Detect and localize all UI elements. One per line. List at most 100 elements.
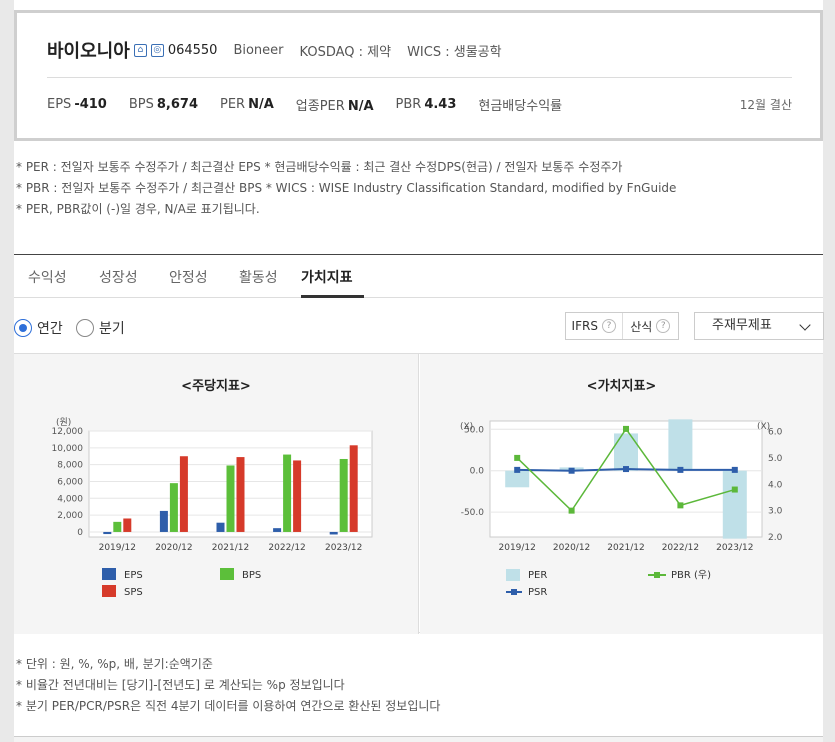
help-icon[interactable]: ? — [656, 319, 671, 333]
market-category: KOSDAQ : 제약 — [299, 44, 392, 60]
legend-marker-psr — [511, 589, 517, 595]
y-left-tick-label: 0.0 — [470, 467, 485, 477]
bar-sps — [236, 457, 245, 532]
point-pbr — [731, 486, 738, 493]
note-line: * PER : 전일자 보통주 수정주가 / 최근결산 EPS * 현금배당수익… — [16, 160, 623, 174]
ifrs-button[interactable]: IFRS ? — [566, 313, 622, 339]
bar-bps — [113, 521, 122, 532]
y-left-tick-label: -50.0 — [461, 508, 485, 518]
bar-per — [722, 470, 747, 539]
radio-annual-indicator[interactable] — [14, 319, 32, 337]
bar-eps — [329, 531, 338, 535]
company-title-row: 바이오니아 ⌂ ◎ 064550 Bioneer KOSDAQ : 제약 WIC… — [47, 37, 502, 63]
tab-growth[interactable]: 성장성 — [99, 267, 138, 287]
calc-button[interactable]: 산식 ? — [621, 313, 679, 339]
metric-pbr: PBR 4.43 — [395, 97, 457, 112]
metric-eps: EPS -410 — [47, 97, 107, 112]
tab-profitability[interactable]: 수익성 — [28, 267, 67, 287]
ir-icon[interactable]: ◎ — [150, 43, 164, 57]
ifrs-label: IFRS — [571, 319, 598, 333]
bar-sps — [349, 445, 358, 532]
bar-bps — [339, 458, 348, 532]
y-tick-label: 6,000 — [57, 477, 83, 487]
company-english-name: Bioneer — [233, 42, 284, 58]
metric-dividend-yield: 현금배당수익률 — [478, 99, 563, 114]
point-psr — [623, 466, 629, 473]
x-tick-label: 2022/12 — [662, 543, 699, 553]
tab-value-indicators[interactable]: 가치지표 — [301, 267, 353, 287]
x-tick-label: 2022/12 — [268, 543, 305, 553]
y-tick-label: 10,000 — [52, 444, 84, 454]
legend-swatch-sps — [102, 585, 116, 597]
bar-bps — [169, 483, 178, 532]
legend-marker-pbr — [654, 572, 660, 578]
per-share-chart: (원)02,0004,0006,0008,00010,00012,0002019… — [52, 417, 373, 598]
metric-per: PER N/A — [220, 97, 274, 112]
x-tick-label: 2019/12 — [499, 543, 536, 553]
radio-annual[interactable]: 연간 — [14, 318, 63, 338]
bar-sps — [123, 518, 132, 532]
bar-bps — [283, 454, 292, 532]
legend-label-eps: EPS — [124, 570, 143, 581]
point-psr — [731, 466, 738, 473]
radio-annual-label: 연간 — [37, 321, 63, 337]
radio-quarter[interactable]: 분기 — [76, 318, 125, 338]
tab-activity[interactable]: 활동성 — [239, 267, 278, 287]
bar-sps — [293, 460, 302, 532]
active-tab-underline — [301, 295, 364, 298]
indicator-tabs: 수익성 성장성 안정성 활동성 가치지표 — [14, 254, 823, 298]
tab-stability[interactable]: 안정성 — [169, 267, 208, 287]
calc-label: 산식 — [630, 319, 653, 334]
point-psr — [568, 467, 575, 474]
company-name: 바이오니아 — [47, 41, 130, 62]
note-line: * PBR : 전일자 보통주 수정주가 / 최근결산 BPS * WICS :… — [16, 181, 677, 195]
charts-area: <주당지표> (원) 0 2,000 4,000 6,000 8,000 10,000 12,… — [14, 353, 823, 634]
y-left-tick-label: 50.0 — [464, 425, 484, 435]
chevron-down-icon — [799, 319, 811, 331]
y-tick-label: 12,000 — [52, 427, 84, 437]
radio-quarter-indicator[interactable] — [76, 319, 94, 337]
page: 바이오니아 ⌂ ◎ 064550 Bioneer KOSDAQ : 제약 WIC… — [14, 0, 824, 742]
per-share-chart-panel: <주당지표> (원) 0 2,000 4,000 6,000 8,000 10,000 12,… — [14, 354, 419, 634]
legend-label-pbr: PBR (우) — [671, 569, 711, 581]
legend-label-bps: BPS — [242, 570, 261, 581]
bar-eps — [273, 528, 282, 532]
x-tick-label: 2021/12 — [212, 543, 249, 553]
point-pbr — [514, 454, 521, 461]
legend-label-per: PER — [528, 570, 547, 581]
bar-eps — [103, 531, 112, 535]
x-tick-label: 2023/12 — [716, 543, 753, 553]
definition-notes: * PER : 전일자 보통주 수정주가 / 최근결산 EPS * 현금배당수익… — [16, 157, 676, 220]
y-tick-label: 2,000 — [57, 511, 83, 521]
legend-label-sps: SPS — [124, 587, 143, 598]
unit-footnotes: * 단위 : 원, %, %p, 배, 분기:순액기준 * 비율간 전년대비는 … — [16, 654, 440, 717]
bar-eps — [159, 510, 168, 532]
legend-swatch-eps — [102, 568, 116, 580]
metric-bps: BPS 8,674 — [128, 97, 198, 112]
bar-per — [668, 419, 693, 471]
home-icon[interactable]: ⌂ — [133, 43, 147, 57]
bar-eps — [216, 522, 225, 532]
value-chart-panel: <가치지표> (X) (X) 50.0 0.0 -50.0 2.0 3.0 4.0 5.0 6.0… — [420, 354, 823, 634]
point-psr — [514, 466, 521, 473]
point-pbr — [623, 425, 629, 432]
table-header-strip — [14, 736, 823, 742]
statement-type-select[interactable]: 주재무제표 — [694, 312, 824, 340]
bar-bps — [226, 465, 235, 532]
x-tick-label: 2019/12 — [99, 543, 136, 553]
statement-type-value: 주재무제표 — [712, 318, 772, 333]
footnote-line: * 비율간 전년대비는 [당기]-[전년도] 로 계산되는 %p 정보입니다 — [16, 678, 345, 692]
bar-per — [614, 433, 638, 471]
x-tick-label: 2020/12 — [553, 543, 590, 553]
y-right-tick-label: 3.0 — [768, 507, 783, 517]
legend-label-psr: PSR — [528, 587, 547, 598]
x-tick-label: 2021/12 — [607, 543, 644, 553]
point-psr — [677, 466, 684, 473]
y-tick-label: 0 — [77, 528, 83, 538]
y-right-tick-label: 2.0 — [768, 533, 783, 543]
legend-swatch-per — [506, 569, 520, 581]
help-icon[interactable]: ? — [601, 319, 616, 333]
y-tick-label: 8,000 — [57, 461, 83, 471]
ifrs-calc-toggle-group: IFRS ? 산식 ? — [565, 312, 679, 340]
radio-quarter-label: 분기 — [99, 321, 125, 337]
